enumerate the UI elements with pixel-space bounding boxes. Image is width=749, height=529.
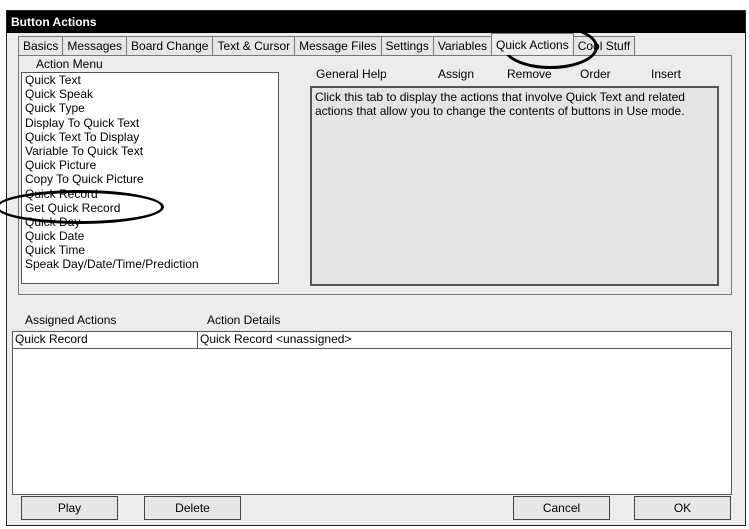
list-item[interactable]: Quick Picture bbox=[22, 158, 278, 172]
assigned-actions-header: Assigned Actions bbox=[25, 313, 117, 327]
list-item[interactable]: Quick Date bbox=[22, 229, 278, 243]
insert-label[interactable]: Insert bbox=[651, 67, 681, 81]
delete-button[interactable]: Delete bbox=[144, 496, 241, 520]
remove-label[interactable]: Remove bbox=[507, 67, 552, 81]
action-menu-list[interactable]: Quick Text Quick Speak Quick Type Display T… bbox=[21, 72, 279, 284]
assigned-actions-table[interactable]: Quick Record Quick Record <unassigned> bbox=[12, 331, 732, 495]
tab-messages[interactable]: Messages bbox=[62, 36, 128, 55]
table-row[interactable]: Quick Record Quick Record <unassigned> bbox=[13, 332, 731, 349]
tab-message-files[interactable]: Message Files bbox=[294, 36, 382, 55]
list-item[interactable]: Quick Text To Display bbox=[22, 130, 278, 144]
action-details-cell[interactable]: Quick Record <unassigned> bbox=[198, 332, 731, 348]
top-strip bbox=[0, 0, 749, 10]
tab-basics[interactable]: Basics bbox=[18, 36, 64, 55]
list-item[interactable]: Quick Type bbox=[22, 101, 278, 115]
quick-record-item-highlight bbox=[0, 190, 164, 224]
tab-settings[interactable]: Settings bbox=[380, 36, 434, 55]
list-item[interactable]: Variable To Quick Text bbox=[22, 144, 278, 158]
play-button[interactable]: Play bbox=[21, 496, 118, 520]
action-menu-label: Action Menu bbox=[36, 57, 103, 71]
list-item[interactable]: Copy To Quick Picture bbox=[22, 172, 278, 186]
list-item[interactable]: Quick Time bbox=[22, 243, 278, 257]
general-help-label[interactable]: General Help bbox=[316, 67, 387, 81]
help-text-box: Click this tab to display the actions th… bbox=[310, 86, 719, 286]
tab-quick-actions[interactable]: Quick Actions bbox=[491, 33, 574, 55]
list-item[interactable]: Display To Quick Text bbox=[22, 116, 278, 130]
tab-board-change[interactable]: Board Change bbox=[126, 36, 214, 55]
window-title: Button Actions bbox=[7, 11, 745, 33]
assign-label[interactable]: Assign bbox=[438, 67, 474, 81]
tab-strip: Basics Messages Board Change Text & Curs… bbox=[18, 33, 636, 55]
tab-variables[interactable]: Variables bbox=[432, 36, 492, 55]
assigned-action-cell[interactable]: Quick Record bbox=[13, 332, 198, 348]
cancel-button[interactable]: Cancel bbox=[513, 496, 610, 520]
order-label[interactable]: Order bbox=[580, 67, 611, 81]
action-details-header: Action Details bbox=[207, 313, 281, 327]
list-item[interactable]: Quick Text bbox=[22, 73, 278, 87]
list-item[interactable]: Quick Speak bbox=[22, 87, 278, 101]
ok-button[interactable]: OK bbox=[634, 496, 731, 520]
tab-text-cursor[interactable]: Text & Cursor bbox=[212, 36, 296, 55]
list-item[interactable]: Speak Day/Date/Time/Prediction bbox=[22, 257, 278, 271]
